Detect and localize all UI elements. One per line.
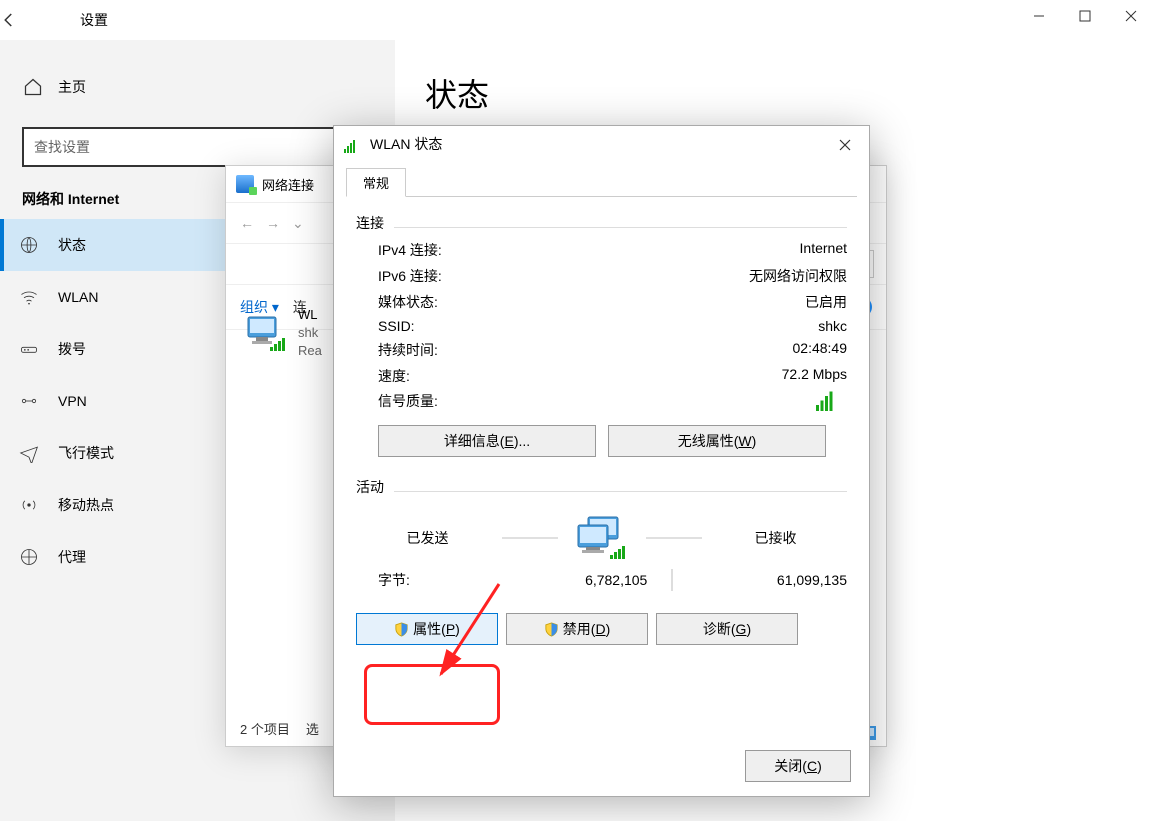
maximize-button[interactable] bbox=[1062, 0, 1108, 32]
wireless-properties-button[interactable]: 无线属性(W) bbox=[608, 425, 826, 457]
selected-partial: 选 bbox=[306, 719, 319, 738]
adapter-text: WL shk Rea bbox=[298, 306, 322, 361]
minimize-button[interactable] bbox=[1016, 0, 1062, 32]
globe-icon bbox=[18, 234, 40, 256]
sd-body: 连接 IPv4 连接: Internet IPv6 连接: 无网络访问权限 媒体状态… bbox=[334, 197, 869, 655]
divider bbox=[394, 491, 847, 492]
ssid-label: SSID: bbox=[378, 318, 415, 334]
divider bbox=[394, 227, 847, 228]
proxy-icon bbox=[18, 546, 40, 568]
details-button[interactable]: 详细信息(E)... bbox=[378, 425, 596, 457]
hotspot-icon bbox=[18, 494, 40, 516]
group-activity: 活动 bbox=[356, 477, 384, 497]
sd-tabstrip: 常规 bbox=[346, 168, 857, 197]
ssid-value: shkc bbox=[818, 318, 847, 334]
nav-proxy-label: 代理 bbox=[58, 547, 86, 567]
shield-icon bbox=[544, 622, 559, 637]
sd-close-button[interactable] bbox=[831, 134, 859, 156]
home-link[interactable]: 主页 bbox=[0, 65, 395, 109]
back-button[interactable] bbox=[0, 11, 50, 29]
annotation-highlight bbox=[364, 664, 500, 725]
bytes-label: 字节: bbox=[378, 570, 498, 590]
nav-dialup-label: 拨号 bbox=[58, 339, 86, 359]
adapter-icon bbox=[244, 311, 288, 355]
duration-value: 02:48:49 bbox=[793, 340, 848, 360]
settings-titlebar: 设置 bbox=[0, 0, 1154, 40]
sd-title-text: WLAN 状态 bbox=[370, 134, 442, 154]
line-right bbox=[646, 537, 702, 539]
home-icon bbox=[22, 76, 44, 98]
activity-pc-icon bbox=[572, 515, 632, 561]
nav-hotspot-label: 移动热点 bbox=[58, 495, 114, 515]
ipv6-label: IPv6 连接: bbox=[378, 266, 442, 286]
bytes-recv: 61,099,135 bbox=[697, 572, 847, 588]
home-label: 主页 bbox=[58, 77, 86, 97]
duration-label: 持续时间: bbox=[378, 340, 438, 360]
close-button[interactable] bbox=[1108, 0, 1154, 32]
adapter-item[interactable]: WL shk Rea bbox=[244, 306, 322, 361]
bytes-sent: 6,782,105 bbox=[498, 572, 648, 588]
nav-wlan-label: WLAN bbox=[58, 289, 98, 305]
nc-icon bbox=[236, 175, 254, 193]
item-count: 2 个项目 bbox=[240, 719, 290, 738]
sd-titlebar: WLAN 状态 bbox=[334, 126, 869, 162]
shield-icon bbox=[394, 622, 409, 637]
wifi-icon bbox=[18, 286, 40, 308]
settings-title: 设置 bbox=[80, 10, 108, 30]
line-left bbox=[502, 537, 558, 539]
ipv6-value: 无网络访问权限 bbox=[749, 266, 847, 286]
nav-vpn-label: VPN bbox=[58, 393, 87, 409]
wlan-status-dialog: WLAN 状态 常规 连接 IPv4 连接: Internet IPv6 连接: 无… bbox=[333, 125, 870, 797]
nc-title-text: 网络连接 bbox=[262, 175, 314, 194]
nc-statusbar: 2 个项目 选 bbox=[240, 719, 319, 738]
tab-general[interactable]: 常规 bbox=[346, 168, 406, 197]
ipv4-label: IPv4 连接: bbox=[378, 240, 442, 260]
ipv4-value: Internet bbox=[800, 240, 847, 260]
speed-value: 72.2 Mbps bbox=[782, 366, 847, 386]
signal-quality-icon bbox=[816, 387, 843, 408]
page-title: 状态 bbox=[425, 70, 1124, 116]
nav-dropdown-icon[interactable]: ⌄ bbox=[292, 215, 304, 232]
nav-fwd-icon[interactable]: → bbox=[266, 215, 280, 231]
nav-back-icon[interactable]: ← bbox=[240, 215, 254, 231]
dialup-icon bbox=[18, 338, 40, 360]
search-input[interactable]: 查找设置 bbox=[22, 127, 373, 167]
recv-label: 已接收 bbox=[716, 528, 836, 548]
activity-visual: 已发送 bbox=[356, 515, 847, 561]
media-label: 媒体状态: bbox=[378, 292, 438, 312]
vpn-icon bbox=[18, 390, 40, 412]
airplane-icon bbox=[18, 442, 40, 464]
diagnose-button[interactable]: 诊断(G) bbox=[656, 613, 798, 645]
window-controls bbox=[1016, 0, 1154, 32]
search-placeholder: 查找设置 bbox=[34, 137, 90, 157]
signal-icon bbox=[344, 137, 362, 151]
disable-button[interactable]: 禁用(D) bbox=[506, 613, 648, 645]
bytes-separator bbox=[671, 569, 673, 591]
signal-label: 信号质量: bbox=[378, 391, 438, 411]
sent-label: 已发送 bbox=[368, 528, 488, 548]
group-connection: 连接 bbox=[356, 213, 384, 233]
nav-airplane-label: 飞行模式 bbox=[58, 443, 114, 463]
media-value: 已启用 bbox=[805, 292, 847, 312]
properties-button[interactable]: 属性(P) bbox=[356, 613, 498, 645]
close-button[interactable]: 关闭(C) bbox=[745, 750, 851, 782]
speed-label: 速度: bbox=[378, 366, 410, 386]
nav-status-label: 状态 bbox=[58, 235, 86, 255]
